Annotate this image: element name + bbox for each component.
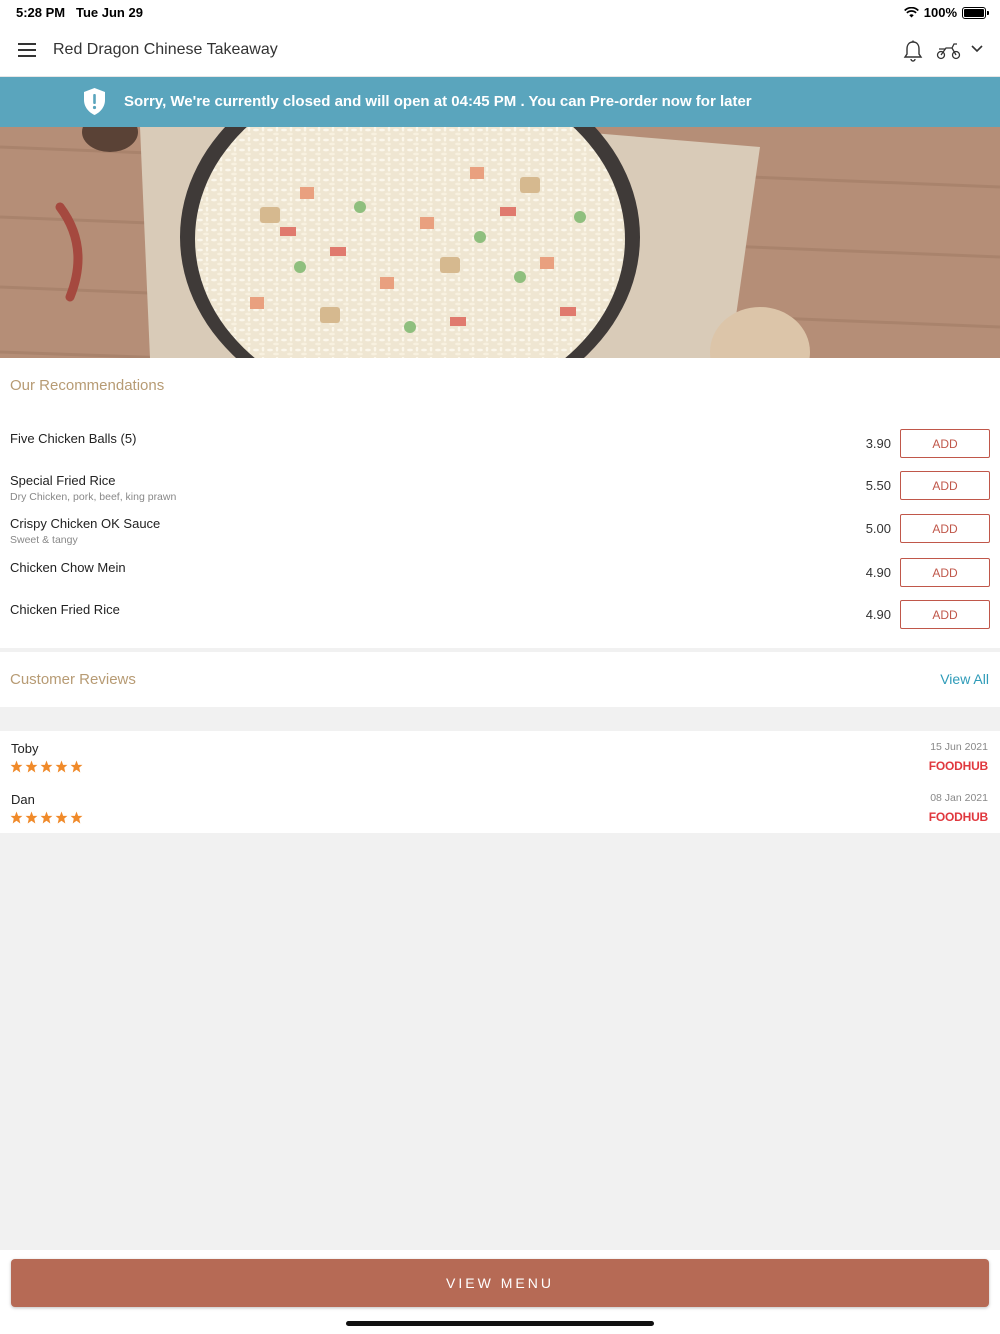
menu-item: Five Chicken Balls (5) 3.90 ADD [0, 429, 1000, 472]
item-price: 5.00 [865, 521, 891, 536]
star-icon [55, 811, 68, 824]
reviews-list: Toby 15 Jun 2021 FOODHUB Dan 08 Jan 2021… [0, 731, 1000, 833]
recommendations-section: Our Recommendations Five Chicken Balls (… [0, 358, 1000, 648]
menu-icon[interactable] [18, 43, 36, 57]
star-icon [10, 760, 23, 773]
battery-icon [962, 6, 989, 19]
star-icon [25, 760, 38, 773]
reviewer-name: Toby [11, 741, 39, 756]
add-button[interactable]: ADD [900, 514, 990, 543]
bell-icon[interactable] [903, 40, 923, 62]
item-price: 3.90 [865, 436, 891, 451]
reviewer-name: Dan [11, 792, 35, 807]
star-rating [10, 811, 83, 824]
delivery-scooter-icon[interactable] [936, 42, 962, 60]
closed-banner: Sorry, We're currently closed and will o… [0, 77, 1000, 127]
star-icon [70, 811, 83, 824]
foodhub-logo: FOODHUB [928, 759, 988, 773]
item-price: 5.50 [865, 478, 891, 493]
view-all-link[interactable]: View All [940, 671, 989, 687]
page-title: Red Dragon Chinese Takeaway [53, 41, 278, 58]
star-icon [40, 811, 53, 824]
status-right: 100% [903, 5, 989, 20]
star-icon [55, 760, 68, 773]
item-name: Chicken Fried Rice [10, 602, 120, 617]
menu-item: Special Fried Rice Dry Chicken, pork, be… [0, 471, 1000, 514]
add-button[interactable]: ADD [900, 429, 990, 458]
view-menu-button[interactable]: VIEW MENU [11, 1259, 989, 1307]
item-name: Crispy Chicken OK Sauce [10, 516, 161, 531]
app-header: Red Dragon Chinese Takeaway [0, 24, 1000, 77]
item-name: Special Fried Rice [10, 473, 116, 488]
add-button[interactable]: ADD [900, 600, 990, 629]
menu-item: Crispy Chicken OK Sauce Sweet & tangy 5.… [0, 514, 1000, 557]
recommendations-title: Our Recommendations [10, 377, 165, 394]
item-description: Dry Chicken, pork, beef, king prawn [10, 491, 177, 503]
add-button[interactable]: ADD [900, 558, 990, 587]
reviews-header: Customer Reviews View All [0, 652, 1000, 707]
item-description: Sweet & tangy [10, 534, 78, 546]
home-indicator [346, 1321, 654, 1326]
shield-alert-icon [84, 88, 105, 115]
foodhub-logo: FOODHUB [928, 810, 988, 824]
status-bar: 5:28 PM Tue Jun 29 100% [0, 0, 1000, 24]
item-name: Five Chicken Balls (5) [10, 431, 137, 446]
closed-message: Sorry, We're currently closed and will o… [124, 93, 752, 110]
review-item: Dan 08 Jan 2021 FOODHUB [0, 782, 1000, 832]
star-rating [10, 760, 83, 773]
fried-rice-illustration [0, 127, 1000, 358]
star-icon [40, 760, 53, 773]
wifi-icon [903, 7, 919, 18]
item-price: 4.90 [865, 565, 891, 580]
status-time: 5:28 PM Tue Jun 29 [16, 5, 143, 20]
menu-item: Chicken Chow Mein 4.90 ADD [0, 558, 1000, 601]
add-button[interactable]: ADD [900, 471, 990, 500]
item-price: 4.90 [865, 607, 891, 622]
battery-percent: 100% [923, 5, 957, 20]
star-icon [70, 760, 83, 773]
review-date: 08 Jan 2021 [930, 792, 988, 804]
item-name: Chicken Chow Mein [10, 560, 126, 575]
hero-image [0, 127, 1000, 358]
menu-item: Chicken Fried Rice 4.90 ADD [0, 600, 1000, 643]
star-icon [10, 811, 23, 824]
chevron-down-icon[interactable] [970, 44, 984, 54]
review-item: Toby 15 Jun 2021 FOODHUB [0, 731, 1000, 781]
star-icon [25, 811, 38, 824]
review-date: 15 Jun 2021 [930, 741, 988, 753]
reviews-title: Customer Reviews [10, 671, 136, 688]
